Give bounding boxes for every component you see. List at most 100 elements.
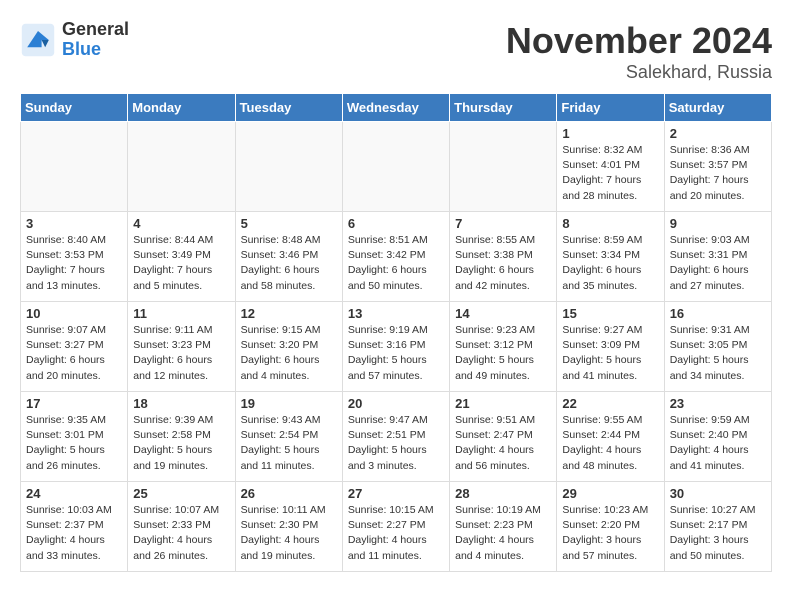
calendar-cell [128,122,235,212]
title-block: November 2024 Salekhard, Russia [506,20,772,83]
day-number: 9 [670,216,766,231]
day-info: Sunrise: 9:03 AM Sunset: 3:31 PM Dayligh… [670,233,766,294]
header-sunday: Sunday [21,94,128,122]
week-row-2: 10 Sunrise: 9:07 AM Sunset: 3:27 PM Dayli… [21,302,772,392]
day-number: 23 [670,396,766,411]
calendar-cell: 21 Sunrise: 9:51 AM Sunset: 2:47 PM Dayli… [450,392,557,482]
day-info: Sunrise: 9:07 AM Sunset: 3:27 PM Dayligh… [26,323,122,384]
calendar-cell: 11 Sunrise: 9:11 AM Sunset: 3:23 PM Dayli… [128,302,235,392]
day-info: Sunrise: 10:23 AM Sunset: 2:20 PM Daylig… [562,503,658,564]
day-info: Sunrise: 9:19 AM Sunset: 3:16 PM Dayligh… [348,323,444,384]
day-number: 30 [670,486,766,501]
calendar-cell: 6 Sunrise: 8:51 AM Sunset: 3:42 PM Daylig… [342,212,449,302]
calendar-cell: 1Sunrise: 8:32 AM Sunset: 4:01 PM Daylig… [557,122,664,212]
calendar-cell: 19Sunrise: 9:43 AM Sunset: 2:54 PM Dayli… [235,392,342,482]
day-number: 13 [348,306,444,321]
header-tuesday: Tuesday [235,94,342,122]
logo-icon [20,22,56,58]
calendar-body: 1Sunrise: 8:32 AM Sunset: 4:01 PM Daylig… [21,122,772,572]
day-number: 28 [455,486,551,501]
day-info: Sunrise: 10:03 AM Sunset: 2:37 PM Daylig… [26,503,122,564]
day-info: Sunrise: 8:44 AM Sunset: 3:49 PM Dayligh… [133,233,229,294]
week-row-0: 1Sunrise: 8:32 AM Sunset: 4:01 PM Daylig… [21,122,772,212]
calendar-cell: 16Sunrise: 9:31 AM Sunset: 3:05 PM Dayli… [664,302,771,392]
day-number: 5 [241,216,337,231]
logo-general: General [62,20,129,40]
day-number: 24 [26,486,122,501]
header-wednesday: Wednesday [342,94,449,122]
calendar-cell: 26 Sunrise: 10:11 AM Sunset: 2:30 PM Dayl… [235,482,342,572]
day-info: Sunrise: 9:39 AM Sunset: 2:58 PM Dayligh… [133,413,229,474]
calendar-cell: 30Sunrise: 10:27 AM Sunset: 2:17 PM Dayl… [664,482,771,572]
day-number: 8 [562,216,658,231]
day-info: Sunrise: 9:51 AM Sunset: 2:47 PM Dayligh… [455,413,551,474]
day-info: Sunrise: 9:11 AM Sunset: 3:23 PM Dayligh… [133,323,229,384]
day-info: Sunrise: 9:47 AM Sunset: 2:51 PM Dayligh… [348,413,444,474]
day-info: Sunrise: 10:15 AM Sunset: 2:27 PM Daylig… [348,503,444,564]
day-info: Sunrise: 8:59 AM Sunset: 3:34 PM Dayligh… [562,233,658,294]
day-info: Sunrise: 9:43 AM Sunset: 2:54 PM Dayligh… [241,413,337,474]
logo-blue: Blue [62,40,129,60]
logo-text: General Blue [62,20,129,60]
day-number: 10 [26,306,122,321]
calendar-cell: 2 Sunrise: 8:36 AM Sunset: 3:57 PM Daylig… [664,122,771,212]
day-number: 7 [455,216,551,231]
day-info: Sunrise: 8:48 AM Sunset: 3:46 PM Dayligh… [241,233,337,294]
day-info: Sunrise: 10:19 AM Sunset: 2:23 PM Daylig… [455,503,551,564]
calendar-cell [342,122,449,212]
calendar-cell: 14Sunrise: 9:23 AM Sunset: 3:12 PM Dayli… [450,302,557,392]
calendar-cell: 25Sunrise: 10:07 AM Sunset: 2:33 PM Dayl… [128,482,235,572]
header-monday: Monday [128,94,235,122]
week-row-1: 3Sunrise: 8:40 AM Sunset: 3:53 PM Daylig… [21,212,772,302]
calendar-cell [235,122,342,212]
day-info: Sunrise: 9:55 AM Sunset: 2:44 PM Dayligh… [562,413,658,474]
calendar-header: SundayMondayTuesdayWednesdayThursdayFrid… [21,94,772,122]
calendar-table: SundayMondayTuesdayWednesdayThursdayFrid… [20,93,772,572]
day-info: Sunrise: 9:15 AM Sunset: 3:20 PM Dayligh… [241,323,337,384]
day-info: Sunrise: 9:27 AM Sunset: 3:09 PM Dayligh… [562,323,658,384]
month-title: November 2024 [506,20,772,62]
calendar-cell: 3Sunrise: 8:40 AM Sunset: 3:53 PM Daylig… [21,212,128,302]
calendar-cell: 28 Sunrise: 10:19 AM Sunset: 2:23 PM Dayl… [450,482,557,572]
calendar-cell: 7Sunrise: 8:55 AM Sunset: 3:38 PM Daylig… [450,212,557,302]
day-number: 12 [241,306,337,321]
day-number: 21 [455,396,551,411]
day-number: 2 [670,126,766,141]
day-info: Sunrise: 8:40 AM Sunset: 3:53 PM Dayligh… [26,233,122,294]
calendar-cell: 18 Sunrise: 9:39 AM Sunset: 2:58 PM Dayli… [128,392,235,482]
header-thursday: Thursday [450,94,557,122]
week-row-3: 17Sunrise: 9:35 AM Sunset: 3:01 PM Dayli… [21,392,772,482]
day-number: 18 [133,396,229,411]
day-number: 25 [133,486,229,501]
calendar-cell: 15Sunrise: 9:27 AM Sunset: 3:09 PM Dayli… [557,302,664,392]
day-info: Sunrise: 8:51 AM Sunset: 3:42 PM Dayligh… [348,233,444,294]
calendar-cell: 23 Sunrise: 9:59 AM Sunset: 2:40 PM Dayli… [664,392,771,482]
calendar-cell: 8 Sunrise: 8:59 AM Sunset: 3:34 PM Daylig… [557,212,664,302]
calendar-cell: 5 Sunrise: 8:48 AM Sunset: 3:46 PM Daylig… [235,212,342,302]
day-number: 20 [348,396,444,411]
calendar-cell: 12 Sunrise: 9:15 AM Sunset: 3:20 PM Dayli… [235,302,342,392]
header-friday: Friday [557,94,664,122]
day-number: 6 [348,216,444,231]
header-row: SundayMondayTuesdayWednesdayThursdayFrid… [21,94,772,122]
day-info: Sunrise: 9:59 AM Sunset: 2:40 PM Dayligh… [670,413,766,474]
day-info: Sunrise: 10:11 AM Sunset: 2:30 PM Daylig… [241,503,337,564]
day-number: 11 [133,306,229,321]
calendar-cell: 9 Sunrise: 9:03 AM Sunset: 3:31 PM Daylig… [664,212,771,302]
calendar-cell [21,122,128,212]
day-info: Sunrise: 9:31 AM Sunset: 3:05 PM Dayligh… [670,323,766,384]
calendar-cell: 17Sunrise: 9:35 AM Sunset: 3:01 PM Dayli… [21,392,128,482]
day-info: Sunrise: 8:36 AM Sunset: 3:57 PM Dayligh… [670,143,766,204]
logo: General Blue [20,20,129,60]
calendar-cell [450,122,557,212]
calendar-cell: 13 Sunrise: 9:19 AM Sunset: 3:16 PM Dayli… [342,302,449,392]
day-info: Sunrise: 9:35 AM Sunset: 3:01 PM Dayligh… [26,413,122,474]
day-number: 29 [562,486,658,501]
day-number: 1 [562,126,658,141]
day-number: 4 [133,216,229,231]
week-row-4: 24 Sunrise: 10:03 AM Sunset: 2:37 PM Dayl… [21,482,772,572]
calendar-cell: 27Sunrise: 10:15 AM Sunset: 2:27 PM Dayl… [342,482,449,572]
day-number: 26 [241,486,337,501]
calendar-cell: 24 Sunrise: 10:03 AM Sunset: 2:37 PM Dayl… [21,482,128,572]
day-number: 22 [562,396,658,411]
